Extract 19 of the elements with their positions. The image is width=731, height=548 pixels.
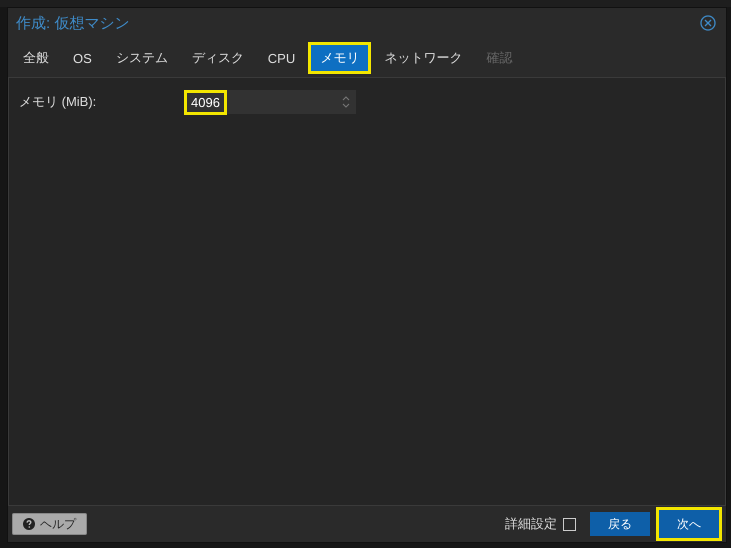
window-title: 作成: 仮想マシン	[16, 14, 130, 32]
tab[interactable]: システム	[104, 43, 179, 73]
help-button[interactable]: ヘルプ	[12, 513, 87, 535]
help-icon	[23, 518, 35, 530]
back-button[interactable]: 戻る	[590, 512, 650, 536]
close-icon[interactable]	[700, 15, 716, 31]
tab[interactable]: OS	[62, 44, 103, 72]
spinner-icon[interactable]	[342, 95, 350, 109]
checkbox-label: 詳細設定	[505, 515, 557, 533]
tab[interactable]: ネットワーク	[373, 43, 474, 73]
next-button[interactable]: 次へ	[656, 507, 722, 541]
tab[interactable]: 全般	[12, 43, 60, 73]
advanced-checkbox[interactable]	[563, 518, 576, 530]
tab[interactable]: CPU	[256, 44, 306, 72]
field-value: 4096	[184, 90, 227, 114]
memory-input-field[interactable]: 4096	[184, 90, 356, 114]
tab[interactable]: ディスク	[180, 43, 255, 73]
tab[interactable]: メモリ	[308, 42, 372, 74]
field-label: メモリ (MiB):	[19, 93, 98, 111]
